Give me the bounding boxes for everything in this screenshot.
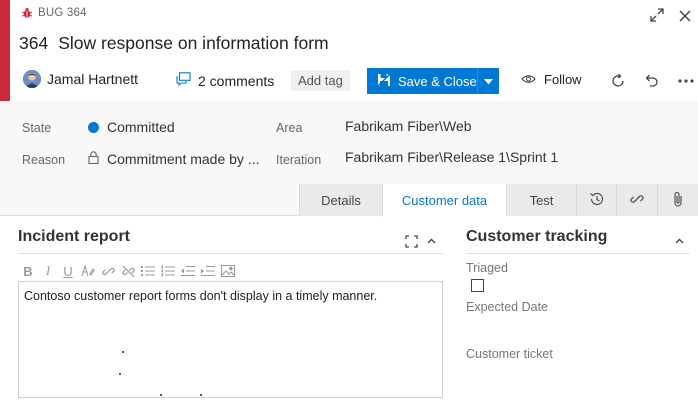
work-item-header: BUG 364 364 Slow response on information…: [10, 0, 698, 101]
remove-link-icon[interactable]: [118, 262, 138, 280]
formatting-toolbar: B I U: [18, 260, 443, 282]
close-icon[interactable]: [676, 7, 694, 25]
fullscreen-icon[interactable]: [404, 234, 418, 248]
work-item-id: 364: [19, 33, 49, 53]
lock-icon: [88, 151, 99, 167]
underline-icon[interactable]: U: [58, 262, 78, 280]
comment-icon: [176, 72, 191, 89]
save-close-button[interactable]: Save & Close: [367, 68, 499, 94]
insert-image-icon[interactable]: [218, 262, 238, 280]
state-indicator: [88, 121, 99, 133]
reason-value: Commitment made by ...: [107, 151, 260, 167]
editor-artifact-dot: [200, 394, 202, 396]
customer-ticket-label: Customer ticket: [466, 347, 553, 361]
comments-count: 2 comments: [198, 72, 275, 89]
tab-test[interactable]: Test: [506, 184, 576, 216]
highlight-icon[interactable]: [78, 262, 98, 280]
tab-details[interactable]: Details: [299, 184, 382, 216]
area-field[interactable]: Fabrikam Fiber\Web: [345, 118, 472, 134]
collapse-chevron-icon[interactable]: [672, 234, 686, 248]
iteration-label: Iteration: [276, 153, 322, 167]
numbered-list-icon[interactable]: [158, 262, 178, 280]
comments-link[interactable]: 2 comments: [176, 72, 274, 89]
assignee-name: Jamal Hartnett: [47, 71, 139, 87]
assignee-picker[interactable]: Jamal Hartnett: [23, 70, 138, 88]
work-item-type-text: BUG 364: [38, 7, 87, 19]
incident-report-editor[interactable]: Contoso customer report forms don't disp…: [18, 281, 443, 398]
chevron-down-icon: [484, 72, 493, 90]
tab-links[interactable]: [616, 184, 657, 216]
tab-history[interactable]: [576, 184, 616, 216]
attachment-icon: [672, 191, 684, 210]
title-row: 364 Slow response on information form: [19, 33, 329, 54]
follow-label: Follow: [544, 72, 582, 87]
expand-icon[interactable]: [648, 6, 666, 24]
avatar: [23, 70, 41, 88]
editor-artifact-dot: [160, 394, 162, 396]
reason-label: Reason: [22, 153, 66, 167]
incident-report-text: Contoso customer report forms don't disp…: [24, 289, 378, 303]
history-icon: [589, 191, 605, 210]
area-label: Area: [276, 121, 303, 135]
work-item-toolbar: Jamal Hartnett 2 comments Add tag Save &…: [10, 68, 698, 94]
add-tag-button[interactable]: Add tag: [291, 70, 350, 91]
collapse-chevron-icon[interactable]: [424, 234, 438, 248]
work-item-type-label: BUG 364: [21, 7, 87, 19]
follow-button[interactable]: Follow: [521, 72, 582, 87]
tab-attachments[interactable]: [657, 184, 698, 216]
bold-icon[interactable]: B: [18, 262, 38, 280]
undo-icon[interactable]: [641, 71, 661, 91]
decrease-indent-icon[interactable]: [178, 262, 198, 280]
triaged-checkbox[interactable]: [471, 279, 484, 292]
save-options-dropdown[interactable]: [477, 68, 499, 94]
incident-report-title: Incident report: [18, 228, 131, 245]
iteration-field[interactable]: Fabrikam Fiber\Release 1\Sprint 1: [345, 149, 558, 165]
work-item-type-accent-bar: [0, 0, 10, 101]
bulleted-list-icon[interactable]: [138, 262, 158, 280]
editor-artifact-dot: [122, 351, 124, 353]
reason-field[interactable]: Commitment made by ...: [88, 151, 260, 167]
more-actions-icon[interactable]: [676, 71, 696, 91]
increase-indent-icon[interactable]: [198, 262, 218, 280]
area-value: Fabrikam Fiber\Web: [345, 118, 472, 134]
save-icon: [377, 72, 391, 90]
state-field[interactable]: Committed: [88, 119, 175, 135]
state-value: Committed: [107, 119, 175, 135]
refresh-icon[interactable]: [608, 71, 628, 91]
link-icon: [629, 191, 645, 210]
incident-report-header: Incident report: [18, 228, 443, 254]
editor-artifact-dot: [119, 373, 121, 375]
customer-tracking-header: Customer tracking: [466, 228, 690, 254]
state-label: State: [22, 121, 52, 135]
incident-report-section: Incident report B I U Contoso customer r…: [18, 228, 443, 398]
customer-tracking-section: Customer tracking Triaged Expected Date …: [466, 228, 690, 361]
work-item-fields: State Committed Reason Commitment made b…: [0, 101, 698, 184]
insert-link-icon[interactable]: [98, 262, 118, 280]
tab-customer-data[interactable]: Customer data: [382, 184, 506, 217]
triaged-label: Triaged: [466, 261, 508, 275]
tab-strip: Details Customer data Test: [0, 184, 698, 217]
save-close-label: Save & Close: [398, 73, 477, 89]
expected-date-label: Expected Date: [466, 300, 548, 314]
bug-icon: [21, 7, 33, 19]
customer-tracking-title: Customer tracking: [466, 228, 608, 245]
iteration-value: Fabrikam Fiber\Release 1\Sprint 1: [345, 149, 559, 165]
italic-icon[interactable]: I: [38, 262, 58, 280]
eye-icon: [521, 72, 536, 87]
save-close-main[interactable]: Save & Close: [367, 68, 477, 94]
work-item-title[interactable]: Slow response on information form: [58, 33, 328, 54]
